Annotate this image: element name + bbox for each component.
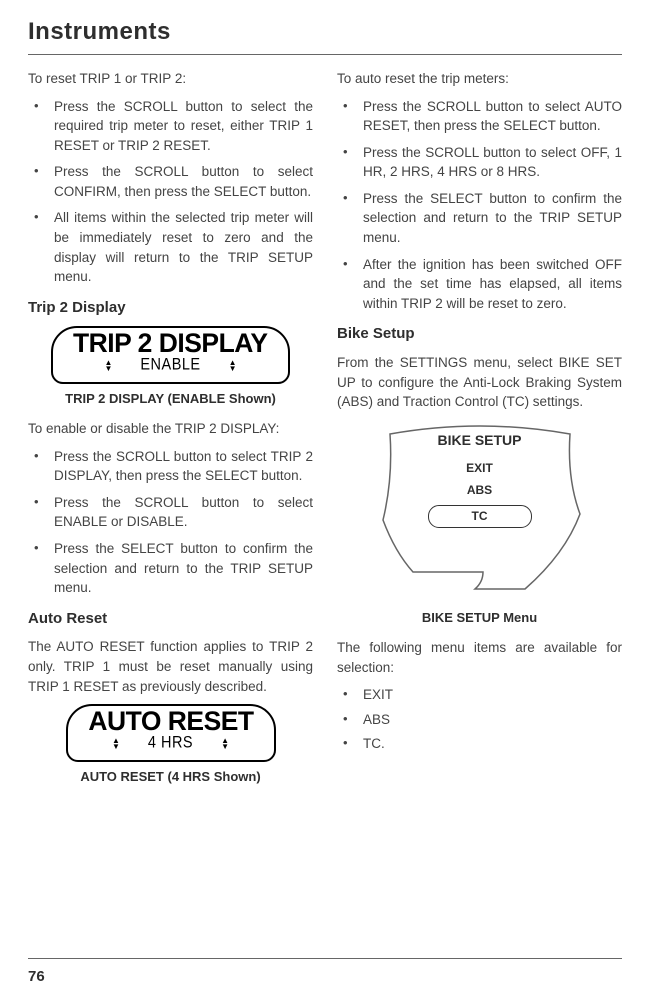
list-item: Press the SCROLL button to select CONFIR…: [46, 162, 313, 201]
reset-list: Press the SCROLL button to select the re…: [28, 97, 313, 287]
bike-setup-body: From the SETTINGS menu, select BIKE SET …: [337, 353, 622, 412]
page-number: 76: [28, 968, 45, 985]
bike-setup-figure: BIKE SETUP EXIT ABS TC: [337, 420, 622, 604]
shield-menu-item-selected: TC: [428, 505, 532, 528]
shield-menu-item: EXIT: [410, 460, 550, 477]
lcd-box: TRIP 2 DISPLAY ▲▼ ENABLE ▲▼: [51, 326, 290, 384]
bike-setup-caption: BIKE SETUP Menu: [337, 609, 622, 628]
lcd-sub-row: ▲▼ 4 HRS ▲▼: [86, 733, 256, 754]
auto-reset-lcd-figure: AUTO RESET ▲▼ 4 HRS ▲▼: [28, 704, 313, 762]
list-item: ABS: [355, 710, 622, 730]
enable-intro: To enable or disable the TRIP 2 DISPLAY:: [28, 419, 313, 439]
list-item: Press the SELECT button to confirm the s…: [355, 189, 622, 248]
content-columns: To reset TRIP 1 or TRIP 2: Press the SCR…: [28, 69, 622, 787]
bike-setup-heading: Bike Setup: [337, 323, 622, 345]
menu-list: EXIT ABS TC.: [337, 685, 622, 754]
lcd-sub: 4 HRS: [148, 732, 193, 756]
scroll-arrows-icon: ▲▼: [229, 360, 237, 372]
top-rule: [28, 54, 622, 55]
scroll-arrows-icon: ▲▼: [221, 738, 229, 750]
shield-menu-item: ABS: [410, 482, 550, 499]
trip2-heading: Trip 2 Display: [28, 297, 313, 319]
bottom-rule: [28, 958, 622, 959]
list-item: Press the SCROLL button to select ENABLE…: [46, 493, 313, 532]
scroll-arrows-icon: ▲▼: [104, 360, 112, 372]
list-item: TC.: [355, 734, 622, 754]
auto-list: Press the SCROLL button to select AUTO R…: [337, 97, 622, 314]
list-item: Press the SCROLL button to select OFF, 1…: [355, 143, 622, 182]
lcd-sub-row: ▲▼ ENABLE ▲▼: [71, 355, 270, 376]
reset-intro: To reset TRIP 1 or TRIP 2:: [28, 69, 313, 89]
list-item: Press the SCROLL button to select the re…: [46, 97, 313, 156]
list-item: Press the SCROLL button to select TRIP 2…: [46, 447, 313, 486]
lcd-sub: ENABLE: [140, 354, 200, 378]
enable-list: Press the SCROLL button to select TRIP 2…: [28, 447, 313, 598]
shield-graphic: BIKE SETUP EXIT ABS TC: [365, 424, 595, 594]
list-item: Press the SCROLL button to select AUTO R…: [355, 97, 622, 136]
auto-reset-lcd-caption: AUTO RESET (4 HRS Shown): [28, 768, 313, 787]
list-item: After the ignition has been switched OFF…: [355, 255, 622, 314]
shield-menu: BIKE SETUP EXIT ABS TC: [410, 430, 550, 533]
list-item: All items within the selected trip meter…: [46, 208, 313, 286]
auto-reset-heading: Auto Reset: [28, 608, 313, 630]
auto-intro: To auto reset the trip meters:: [337, 69, 622, 89]
scroll-arrows-icon: ▲▼: [112, 738, 120, 750]
auto-reset-body: The AUTO RESET function applies to TRIP …: [28, 637, 313, 696]
page-title: Instruments: [28, 18, 622, 46]
list-item: Press the SELECT button to confirm the s…: [46, 539, 313, 598]
lcd-box: AUTO RESET ▲▼ 4 HRS ▲▼: [66, 704, 276, 762]
trip2-lcd-caption: TRIP 2 DISPLAY (ENABLE Shown): [28, 390, 313, 409]
shield-title: BIKE SETUP: [410, 430, 550, 450]
trip2-lcd-figure: TRIP 2 DISPLAY ▲▼ ENABLE ▲▼: [28, 326, 313, 384]
menu-intro: The following menu items are available f…: [337, 638, 622, 677]
list-item: EXIT: [355, 685, 622, 705]
